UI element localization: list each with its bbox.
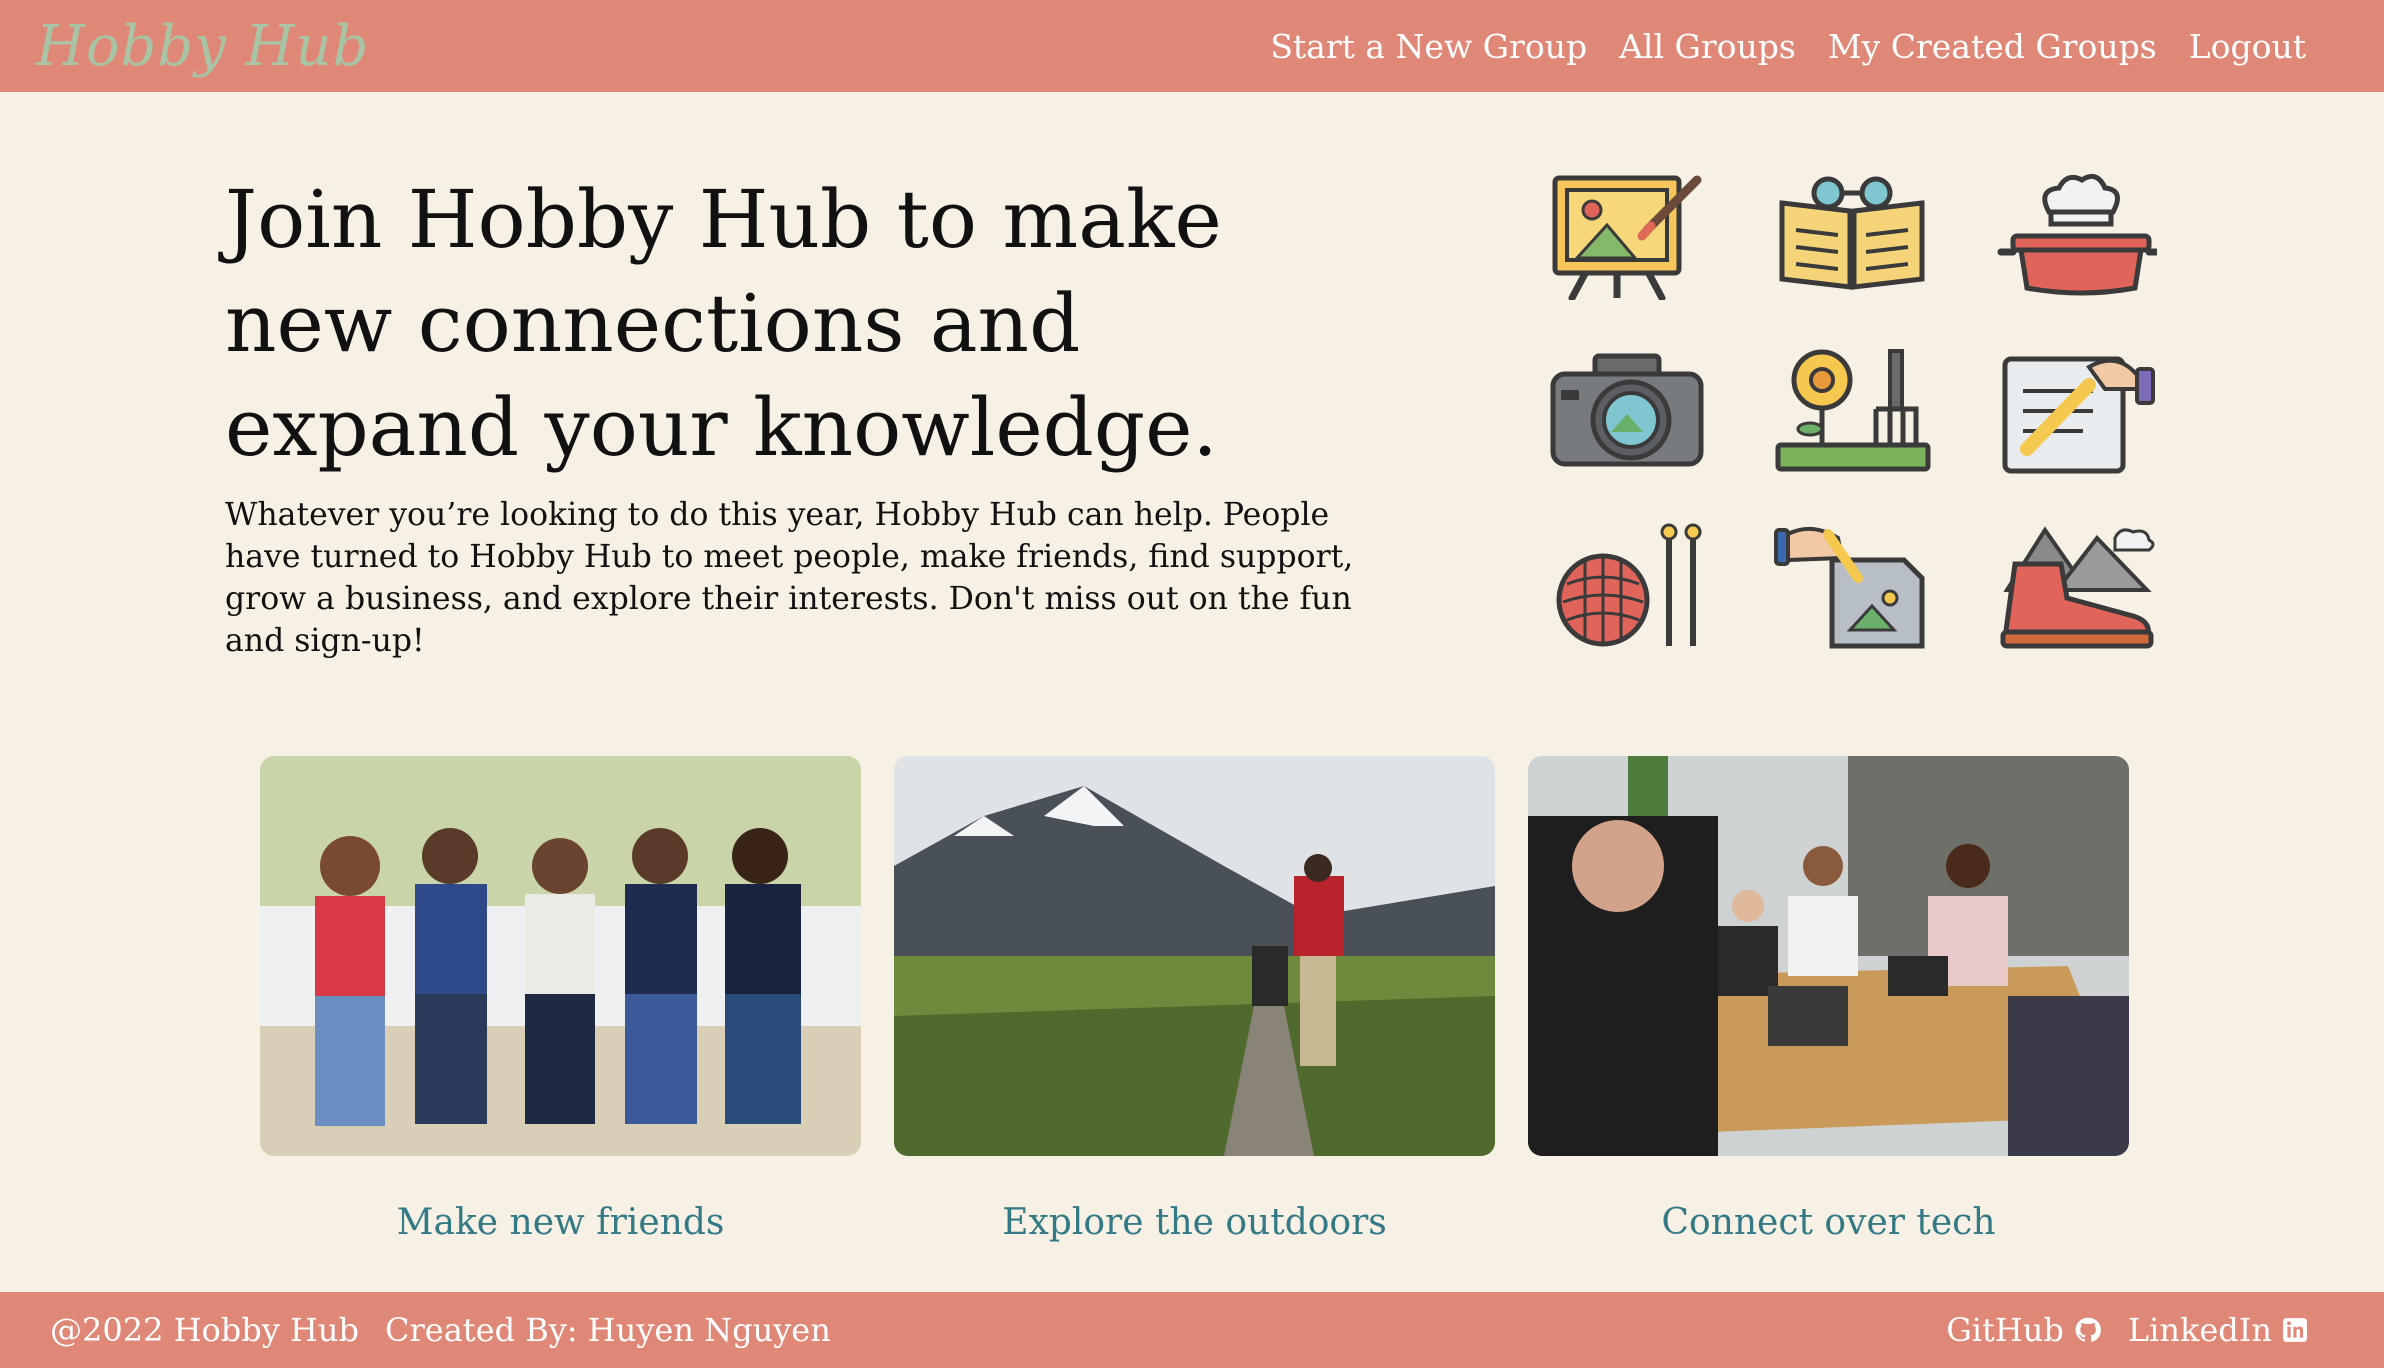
gardening-icon <box>1769 327 1934 492</box>
hero-heading: Join Hobby Hub to make new connections a… <box>225 173 1222 474</box>
knitting-icon <box>1544 502 1709 667</box>
card-connect-over-tech[interactable]: Connect over tech <box>1528 756 2129 1243</box>
linkedin-icon <box>2283 1318 2307 1342</box>
hiking-boot-icon <box>1994 502 2159 667</box>
nav-link-all-groups[interactable]: All Groups <box>1619 27 1796 66</box>
hero-description: Whatever you’re looking to do this year,… <box>225 497 1354 659</box>
footer-left: @2022 Hobby Hub Created By: Huyen Nguyen <box>50 1311 831 1349</box>
nav-link-start-new-group[interactable]: Start a New Group <box>1270 27 1587 66</box>
hobby-icon-grid <box>1544 152 2159 667</box>
card-make-new-friends[interactable]: Make new friends <box>260 756 861 1243</box>
copyright-text: @2022 Hobby Hub <box>50 1311 359 1349</box>
logo[interactable]: Hobby Hub <box>36 14 369 79</box>
mountain-hikers-photo <box>894 756 1495 1156</box>
writing-icon <box>1994 327 2159 492</box>
tech-meeting-photo <box>1528 756 2129 1156</box>
card-caption-make-new-friends[interactable]: Make new friends <box>397 1202 725 1243</box>
linkedin-link[interactable]: LinkedIn <box>2128 1311 2308 1349</box>
card-explore-outdoors[interactable]: Explore the outdoors <box>894 756 1495 1243</box>
navbar: Hobby Hub Start a New Group All Groups M… <box>0 0 2384 92</box>
footer-links: GitHub LinkedIn <box>1946 1311 2308 1349</box>
nav-link-logout[interactable]: Logout <box>2189 27 2306 66</box>
card-caption-explore-outdoors[interactable]: Explore the outdoors <box>1002 1202 1387 1243</box>
feature-cards: Make new friends Explore the outdoors Co… <box>260 756 2129 1243</box>
reading-book-icon <box>1769 152 1934 317</box>
credit-text: Created By: Huyen Nguyen <box>385 1311 831 1349</box>
github-link[interactable]: GitHub <box>1946 1311 2102 1349</box>
nav-link-my-created-groups[interactable]: My Created Groups <box>1828 27 2157 66</box>
painting-easel-icon <box>1544 152 1709 317</box>
card-caption-connect-over-tech[interactable]: Connect over tech <box>1661 1202 1995 1243</box>
github-icon <box>2075 1317 2101 1342</box>
group-of-friends-photo <box>260 756 861 1156</box>
linkedin-label: LinkedIn <box>2127 1311 2272 1349</box>
cooking-pot-icon <box>1994 152 2159 317</box>
drawing-icon <box>1769 502 1934 667</box>
footer: @2022 Hobby Hub Created By: Huyen Nguyen… <box>0 1292 2384 1368</box>
camera-icon <box>1544 327 1709 492</box>
nav-links: Start a New Group All Groups My Created … <box>1270 27 2306 66</box>
github-label: GitHub <box>1946 1311 2064 1349</box>
